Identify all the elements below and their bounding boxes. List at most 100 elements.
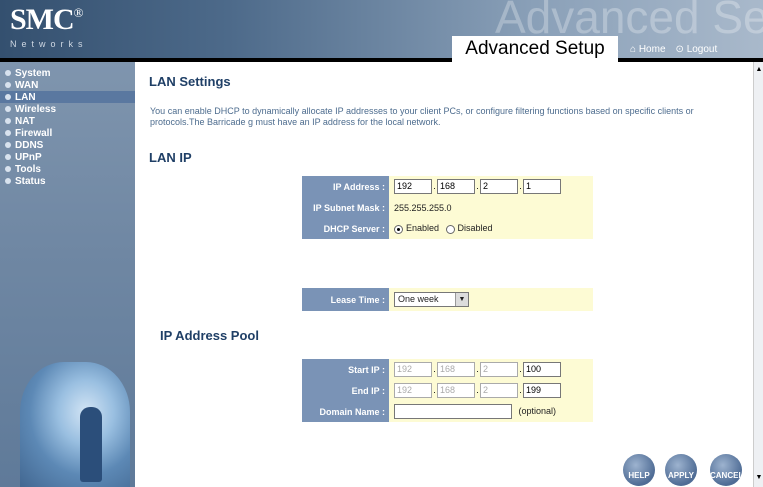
header-links: ⌂ Home ⊙ Logout xyxy=(630,44,717,55)
bullet-icon xyxy=(5,118,11,124)
domain-label: Domain Name : xyxy=(302,401,389,422)
lease-row: Lease Time : One week ▼ xyxy=(302,288,593,311)
lan-ip-heading: LAN IP xyxy=(149,150,192,165)
bullet-icon xyxy=(5,82,11,88)
logo-reg: ® xyxy=(73,5,84,20)
start-ip-row: Start IP : 192. 168. 2. 100 xyxy=(302,359,593,380)
sidebar-item-firewall[interactable]: Firewall xyxy=(0,127,135,139)
end-ip-octet-2: 168 xyxy=(437,383,475,398)
home-icon: ⌂ xyxy=(630,44,637,55)
chevron-down-icon: ▼ xyxy=(455,293,468,306)
bullet-icon xyxy=(5,106,11,112)
help-label: HELP xyxy=(628,471,650,480)
ip-pool-heading: IP Address Pool xyxy=(160,328,259,343)
header: Advanced Setup SMC® Networks Advanced Se… xyxy=(0,0,763,62)
logout-icon: ⊙ xyxy=(675,44,684,55)
logo-text: SMC xyxy=(10,3,75,36)
smc-logo: SMC® xyxy=(10,3,84,37)
subnet-row: IP Subnet Mask : 255.255.255.0 xyxy=(302,197,593,218)
sidebar-item-label: Status xyxy=(15,175,46,187)
dhcp-label: DHCP Server : xyxy=(302,218,389,239)
domain-name-input[interactable] xyxy=(394,404,512,419)
sidebar-item-label: LAN xyxy=(15,91,36,103)
logo-subtitle: Networks xyxy=(10,39,88,49)
start-ip-label: Start IP : xyxy=(302,359,389,380)
bullet-icon xyxy=(5,166,11,172)
sidebar-item-label: Firewall xyxy=(15,127,53,139)
start-ip-octet-3: 2 xyxy=(480,362,518,377)
end-ip-row: End IP : 192. 168. 2. 199 xyxy=(302,380,593,401)
dhcp-options: Enabled Disabled xyxy=(389,218,593,239)
bullet-icon xyxy=(5,178,11,184)
sidebar-item-label: Tools xyxy=(15,163,41,175)
apply-button[interactable]: APPLY xyxy=(665,454,697,486)
domain-value: (optional) xyxy=(389,401,593,422)
ip-pool-table: Start IP : 192. 168. 2. 100 End IP : 192. 16… xyxy=(302,359,593,422)
sidebar-item-system[interactable]: System xyxy=(0,67,135,79)
apply-label: APPLY xyxy=(668,471,694,480)
sidebar-nav: System WAN LAN Wireless NAT Firewall DDN… xyxy=(0,62,135,187)
help-button[interactable]: HELP xyxy=(623,454,655,486)
description: You can enable DHCP to dynamically alloc… xyxy=(150,106,694,127)
cancel-label: CANCEL xyxy=(710,471,742,480)
domain-row: Domain Name : (optional) xyxy=(302,401,593,422)
lease-time-value: One week xyxy=(398,294,439,304)
bullet-icon xyxy=(5,130,11,136)
dhcp-disabled-radio[interactable] xyxy=(445,224,455,234)
logout-link[interactable]: ⊙ Logout xyxy=(676,44,718,55)
end-ip-octet-4[interactable]: 199 xyxy=(523,383,561,398)
sidebar-item-ddns[interactable]: DDNS xyxy=(0,139,135,151)
vertical-scrollbar[interactable]: ▲ ▼ xyxy=(753,62,763,487)
subnet-value: 255.255.255.0 xyxy=(389,197,593,218)
bullet-icon xyxy=(5,142,11,148)
ip-octet-4[interactable]: 1 xyxy=(523,179,561,194)
ip-address-row: IP Address : 192. 168. 2. 1 xyxy=(302,176,593,197)
ip-address-label: IP Address : xyxy=(302,176,389,197)
start-ip-octet-4[interactable]: 100 xyxy=(523,362,561,377)
sidebar-item-label: DDNS xyxy=(15,139,44,151)
dhcp-disabled-label: Disabled xyxy=(457,223,493,234)
lease-value: One week ▼ xyxy=(389,288,593,311)
lease-time-select[interactable]: One week ▼ xyxy=(394,292,469,307)
sidebar: System WAN LAN Wireless NAT Firewall DDN… xyxy=(0,62,135,487)
sidebar-item-label: WAN xyxy=(15,79,39,91)
domain-optional-note: (optional) xyxy=(518,405,557,416)
sidebar-illustration xyxy=(20,362,130,487)
sidebar-item-upnp[interactable]: UPnP xyxy=(0,151,135,163)
bullet-icon xyxy=(5,154,11,160)
ip-octet-1[interactable]: 192 xyxy=(394,179,432,194)
sidebar-item-label: Wireless xyxy=(15,103,57,115)
scroll-down-icon[interactable]: ▼ xyxy=(755,474,763,482)
end-ip-octet-1: 192 xyxy=(394,383,432,398)
sidebar-item-tools[interactable]: Tools xyxy=(0,163,135,175)
sidebar-item-wireless[interactable]: Wireless xyxy=(0,103,135,115)
sidebar-item-label: UPnP xyxy=(15,151,42,163)
bullet-icon xyxy=(5,94,11,100)
sidebar-item-nat[interactable]: NAT xyxy=(0,115,135,127)
sidebar-item-label: System xyxy=(15,67,51,79)
end-ip-label: End IP : xyxy=(302,380,389,401)
lan-settings-heading: LAN Settings xyxy=(149,74,231,89)
home-label: Home xyxy=(638,44,666,55)
sidebar-item-label: NAT xyxy=(15,115,35,127)
lease-table: Lease Time : One week ▼ xyxy=(302,288,593,311)
sidebar-item-wan[interactable]: WAN xyxy=(0,79,135,91)
end-ip-octet-3: 2 xyxy=(480,383,518,398)
page-title: Advanced Setup xyxy=(452,36,618,62)
start-ip-octet-1: 192 xyxy=(394,362,432,377)
cancel-button[interactable]: CANCEL xyxy=(710,454,742,486)
dhcp-enabled-label: Enabled xyxy=(406,223,440,234)
person-figure-icon xyxy=(80,407,102,482)
logout-label: Logout xyxy=(686,44,718,55)
sidebar-item-status[interactable]: Status xyxy=(0,175,135,187)
ip-octet-3[interactable]: 2 xyxy=(480,179,518,194)
start-ip-octet-2: 168 xyxy=(437,362,475,377)
sidebar-item-lan[interactable]: LAN xyxy=(0,91,135,103)
home-link[interactable]: ⌂ Home xyxy=(630,44,666,55)
ip-octet-2[interactable]: 168 xyxy=(437,179,475,194)
dhcp-row: DHCP Server : Enabled Disabled xyxy=(302,218,593,239)
scroll-up-icon[interactable]: ▲ xyxy=(755,66,763,74)
bullet-icon xyxy=(5,70,11,76)
main-content: LAN Settings You can enable DHCP to dyna… xyxy=(135,62,753,487)
dhcp-enabled-radio[interactable] xyxy=(394,224,403,234)
